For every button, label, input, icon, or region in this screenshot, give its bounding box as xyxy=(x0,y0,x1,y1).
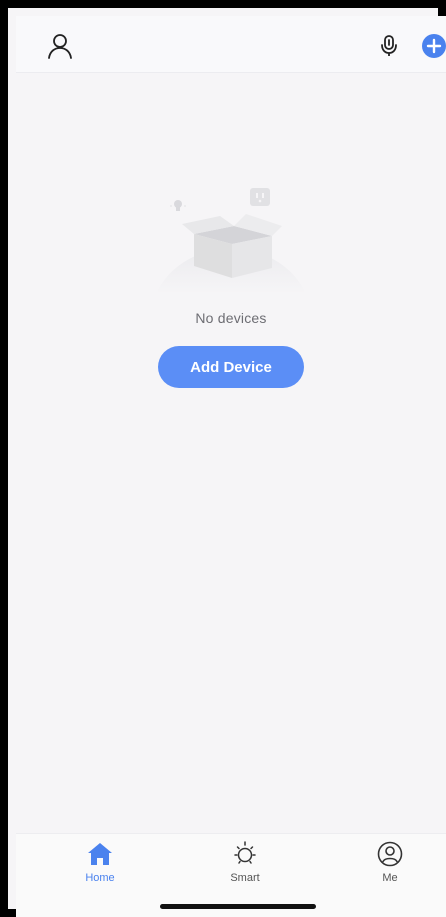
voice-button[interactable] xyxy=(374,31,404,61)
app-screen: No devices Add Device Home Smart Me xyxy=(16,16,446,917)
add-button[interactable] xyxy=(420,32,446,60)
top-bar xyxy=(16,16,446,73)
plus-circle-icon xyxy=(422,34,446,58)
tab-me[interactable]: Me xyxy=(350,840,430,884)
home-indicator[interactable] xyxy=(160,904,316,909)
open-box-illustration xyxy=(156,188,306,294)
phone-frame: No devices Add Device Home Smart Me xyxy=(0,0,446,917)
person-outline-icon xyxy=(48,34,72,59)
tab-smart[interactable]: Smart xyxy=(205,840,285,884)
add-device-button[interactable]: Add Device xyxy=(158,346,304,388)
home-icon xyxy=(88,843,112,865)
microphone-icon xyxy=(381,35,397,56)
empty-state: No devices Add Device xyxy=(16,176,446,388)
outlet-icon xyxy=(250,188,270,206)
tab-me-label: Me xyxy=(382,872,398,884)
user-circle-icon xyxy=(377,841,403,867)
tab-smart-label: Smart xyxy=(230,872,260,884)
tab-home-label: Home xyxy=(85,872,115,884)
tab-home[interactable]: Home xyxy=(60,840,140,884)
sun-icon xyxy=(234,841,256,864)
bulb-icon xyxy=(170,200,186,211)
empty-message: No devices xyxy=(195,310,267,326)
profile-button[interactable] xyxy=(44,30,76,62)
